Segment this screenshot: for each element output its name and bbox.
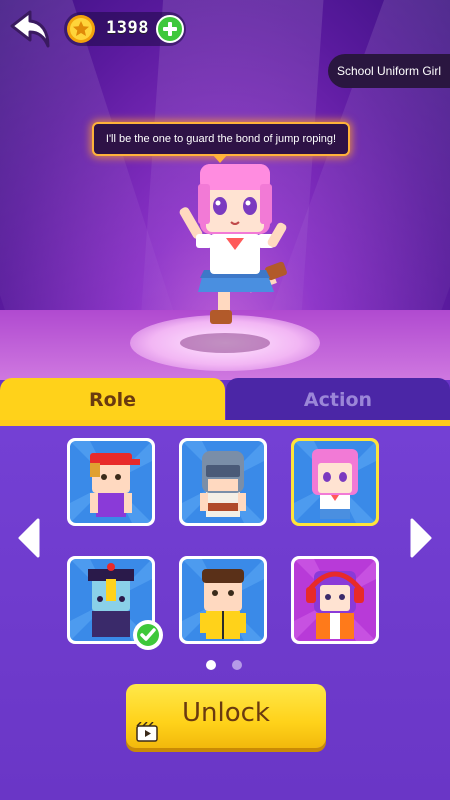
character-stage: 1398 School Uniform Girl I'll be the one… [0, 0, 450, 380]
next-page-arrow-icon[interactable] [408, 516, 436, 560]
unlock-button[interactable]: Unlock [126, 684, 326, 748]
role-portrait [294, 441, 376, 523]
role-card-school-uniform-girl[interactable] [291, 438, 379, 526]
tab-action[interactable]: Action [226, 378, 450, 422]
plus-icon[interactable] [156, 15, 184, 43]
role-card-headphone-girl[interactable] [291, 556, 379, 644]
video-ad-icon [136, 722, 158, 742]
red-cap-kid-avatar-icon [70, 441, 152, 523]
tab-role[interactable]: Role [0, 378, 225, 422]
role-card-jiangshi[interactable] [67, 556, 163, 650]
role-portrait [70, 441, 152, 523]
coin-value: 1398 [106, 18, 149, 38]
role-portrait [182, 559, 264, 641]
role-portrait [294, 559, 376, 641]
school-uniform-girl-avatar-icon [294, 441, 376, 523]
role-card-red-cap-kid[interactable] [67, 438, 155, 526]
character-model [179, 164, 287, 324]
role-card-yellow-tracksuit[interactable] [179, 556, 267, 644]
star-coin-icon [67, 15, 95, 43]
back-arrow-icon[interactable] [8, 8, 54, 50]
page-dot-1[interactable] [206, 660, 216, 670]
character-name-tag: School Uniform Girl [328, 54, 450, 88]
speech-bubble: I'll be the one to guard the bond of jum… [92, 122, 350, 163]
headphone-girl-avatar-icon [294, 559, 376, 641]
prev-page-arrow-icon[interactable] [14, 516, 42, 560]
yellow-tracksuit-avatar-icon [182, 559, 264, 641]
role-card-helmet-soldier[interactable] [179, 438, 267, 526]
page-dot-2[interactable] [232, 660, 242, 670]
owned-check-icon [133, 620, 163, 650]
helmet-soldier-avatar-icon [182, 441, 264, 523]
coin-balance: 1398 [64, 12, 186, 46]
role-portrait [182, 441, 264, 523]
